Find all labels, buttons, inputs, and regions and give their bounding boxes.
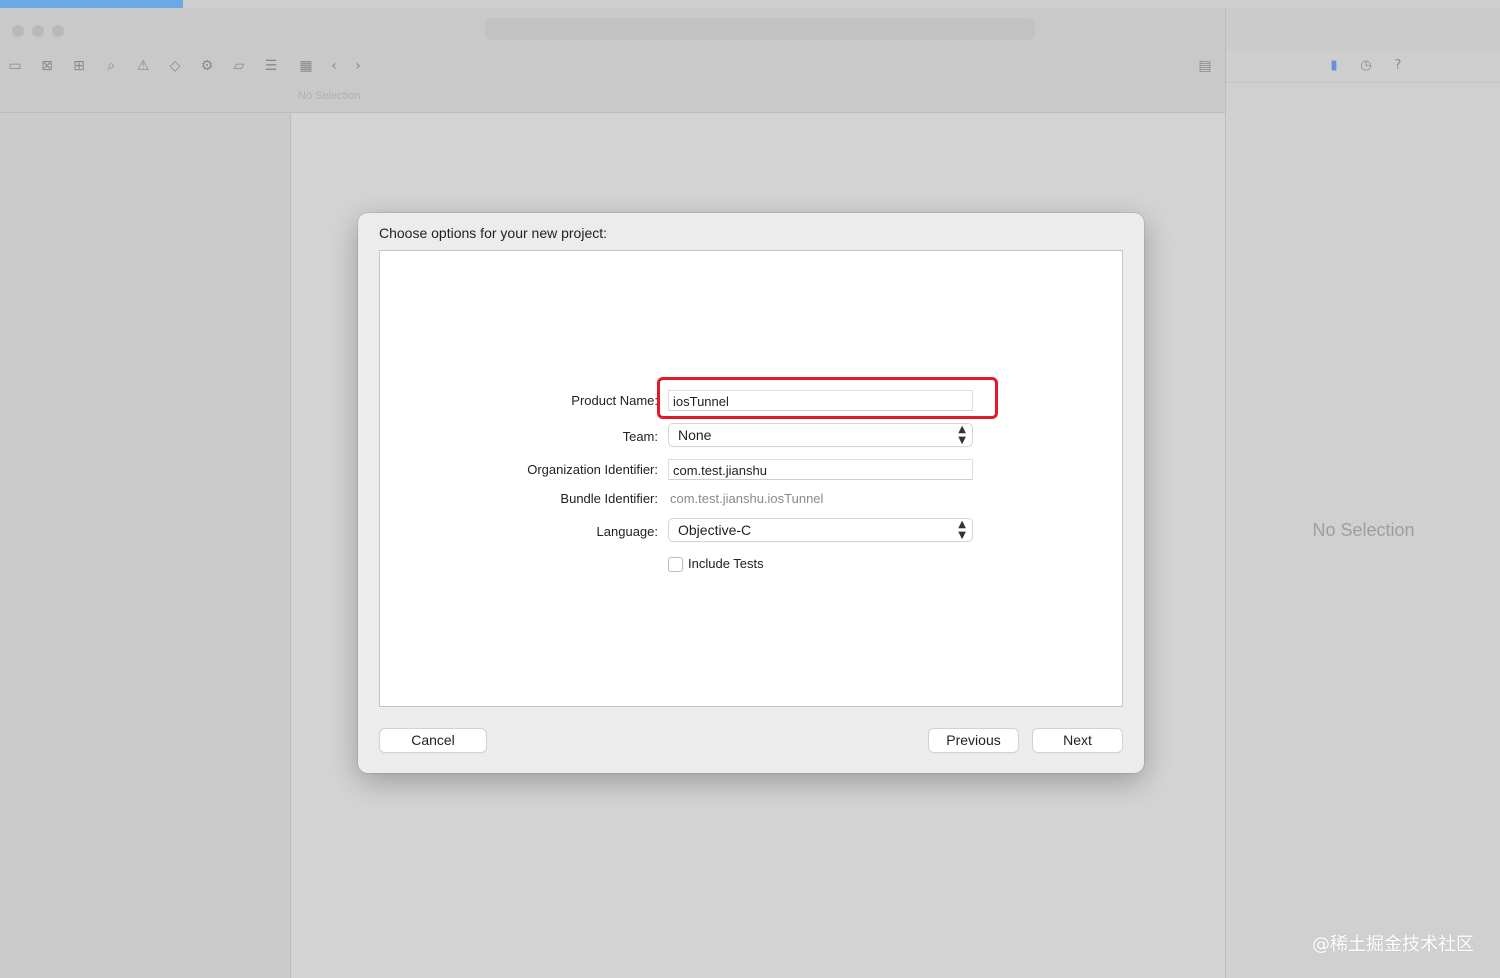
editor-layout-icon[interactable]: ▤	[1196, 57, 1214, 75]
sheet-title: Choose options for your new project:	[379, 225, 608, 241]
file-icon[interactable]: ▮	[1326, 58, 1342, 74]
debug-icon[interactable]: ⚙	[198, 57, 216, 75]
inspector-empty-label: No Selection	[1312, 520, 1415, 540]
new-project-options-sheet: Choose options for your new project: Pro…	[358, 213, 1144, 773]
jump-bar: No Selection	[0, 82, 1225, 113]
cancel-button[interactable]: Cancel	[380, 729, 486, 752]
jump-bar-label: No Selection	[298, 90, 361, 102]
window-titlebar	[0, 8, 1225, 50]
zoom-window-icon[interactable]	[52, 25, 64, 37]
grid-icon[interactable]: ▦	[297, 57, 315, 75]
organization-identifier-label: Organization Identifier:	[527, 462, 658, 477]
activity-field	[485, 18, 1035, 40]
team-label: Team:	[622, 429, 658, 444]
minimize-window-icon[interactable]	[32, 25, 44, 37]
test-icon[interactable]: ◇	[166, 57, 184, 75]
warning-icon[interactable]: ⚠	[134, 57, 152, 75]
language-popup[interactable]: Objective-C ▲ ▼	[669, 519, 972, 541]
help-icon[interactable]: ?	[1390, 58, 1406, 74]
navigator-pane	[0, 113, 291, 978]
report-icon[interactable]: ☰	[262, 57, 280, 75]
forward-icon[interactable]: ›	[349, 57, 367, 75]
history-icon[interactable]: ◷	[1358, 58, 1374, 74]
back-icon[interactable]: ‹	[325, 57, 343, 75]
close-window-icon[interactable]	[12, 25, 24, 37]
previous-button[interactable]: Previous	[929, 729, 1018, 752]
language-label: Language:	[596, 524, 658, 539]
team-value: None	[678, 427, 712, 443]
inspector-pane: ▮ ◷ ? No Selection	[1225, 8, 1500, 978]
highlight-box	[657, 377, 998, 419]
watermark: @稀土掘金技术社区	[1312, 934, 1474, 955]
popup-arrows-icon: ▲ ▼	[958, 519, 966, 541]
navigator-toolbar: ▭ ⊠ ⊞ ⌕ ⚠ ◇ ⚙ ▱ ☰ ▦ ‹ › ▤	[0, 50, 1225, 82]
inspector-tabs: ▮ ◷ ?	[1226, 50, 1500, 83]
source-control-icon[interactable]: ⊠	[38, 57, 56, 75]
menu-strip	[0, 0, 1500, 8]
team-popup[interactable]: None ▲ ▼	[669, 424, 972, 446]
hierarchy-icon[interactable]: ⊞	[70, 57, 88, 75]
popup-arrows-icon: ▲ ▼	[958, 424, 966, 446]
bundle-identifier-label: Bundle Identifier:	[560, 491, 658, 506]
active-app-indicator	[0, 0, 183, 8]
options-panel: Product Name: iosTunnel Team: None ▲ ▼ Or…	[379, 250, 1123, 707]
bundle-identifier-value: com.test.jianshu.iosTunnel	[670, 491, 824, 506]
product-name-label: Product Name:	[571, 393, 658, 408]
inspector-top	[1226, 8, 1500, 50]
include-tests-checkbox[interactable]	[668, 557, 683, 572]
language-value: Objective-C	[678, 522, 752, 538]
next-button[interactable]: Next	[1033, 729, 1122, 752]
include-tests-label[interactable]: Include Tests	[688, 556, 764, 571]
folder-icon[interactable]: ▭	[6, 57, 24, 75]
breakpoint-icon[interactable]: ▱	[230, 57, 248, 75]
organization-identifier-field[interactable]: com.test.jianshu	[668, 459, 973, 480]
search-icon[interactable]: ⌕	[102, 57, 120, 75]
